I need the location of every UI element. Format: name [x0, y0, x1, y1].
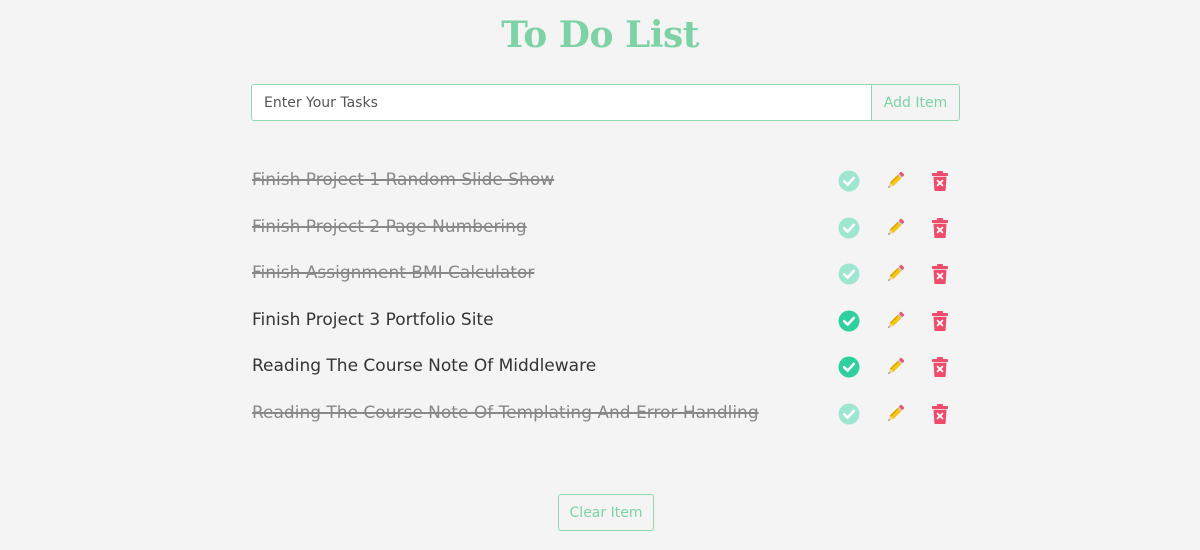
check-circle-icon[interactable]	[837, 169, 861, 193]
task-list: Finish Project 1 Random Slide Show Finish…	[251, 158, 960, 437]
check-circle-icon[interactable]	[837, 216, 861, 240]
page-title: To Do List	[501, 14, 699, 56]
check-circle-icon[interactable]	[837, 402, 861, 426]
task-text: Reading The Course Note Of Middleware	[252, 356, 597, 376]
task-item: Finish Project 3 Portfolio Site	[251, 298, 960, 345]
trash-icon[interactable]	[928, 355, 952, 379]
task-text: Reading The Course Note Of Templating An…	[252, 402, 759, 423]
pencil-icon[interactable]	[883, 355, 907, 379]
trash-icon[interactable]	[928, 169, 952, 193]
todo-app: To Do List Add Item Finish Project 1 Ran…	[0, 0, 1200, 550]
task-item: Finish Assignment BMI Calculator	[251, 251, 960, 298]
check-circle-icon[interactable]	[837, 355, 861, 379]
pencil-icon[interactable]	[883, 169, 907, 193]
task-text: Finish Project 2 Page Numbering	[252, 216, 527, 237]
task-text: Finish Project 1 Random Slide Show	[252, 170, 555, 190]
task-item: Reading The Course Note Of Templating An…	[251, 391, 960, 438]
task-text: Finish Project 3 Portfolio Site	[252, 309, 494, 330]
task-item: Finish Project 1 Random Slide Show	[251, 158, 960, 205]
pencil-icon[interactable]	[883, 402, 907, 426]
check-circle-icon[interactable]	[837, 309, 861, 333]
task-item: Reading The Course Note Of Middleware	[251, 344, 960, 391]
pencil-icon[interactable]	[883, 216, 907, 240]
trash-icon[interactable]	[928, 216, 952, 240]
trash-icon[interactable]	[928, 309, 952, 333]
pencil-icon[interactable]	[883, 262, 907, 286]
add-item-button[interactable]: Add Item	[871, 85, 959, 120]
task-text: Finish Assignment BMI Calculator	[252, 263, 535, 283]
pencil-icon[interactable]	[883, 309, 907, 333]
task-item: Finish Project 2 Page Numbering	[251, 205, 960, 252]
trash-icon[interactable]	[928, 402, 952, 426]
trash-icon[interactable]	[928, 262, 952, 286]
task-input[interactable]	[252, 85, 871, 120]
check-circle-icon[interactable]	[837, 262, 861, 286]
task-input-group: Add Item	[251, 84, 960, 121]
clear-item-button[interactable]: Clear Item	[558, 494, 654, 531]
